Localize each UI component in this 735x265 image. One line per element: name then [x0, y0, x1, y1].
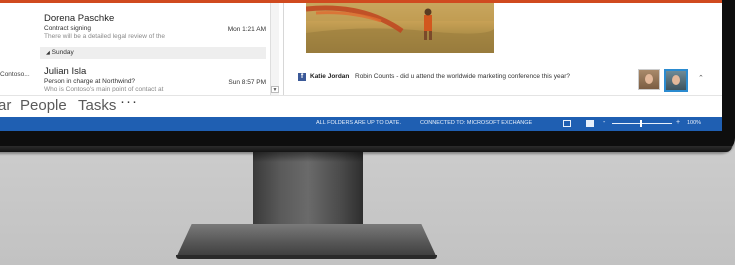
zoom-slider-thumb[interactable] — [640, 120, 642, 127]
monitor-stand-base-edge — [176, 255, 437, 259]
scroll-down-arrow-icon[interactable]: ▼ — [271, 86, 279, 93]
mail-preview: Who is Contoso's main point of contact a… — [44, 86, 164, 92]
monitor-stand-neck — [253, 152, 363, 232]
status-bar: ALL FOLDERS ARE UP TO DATE. CONNECTED TO… — [0, 117, 722, 131]
mail-time: Mon 1:21 AM — [227, 26, 266, 33]
monitor-bezel-edge — [0, 146, 732, 152]
monitor-stand-base — [176, 224, 437, 258]
more-options-button[interactable]: ··· — [120, 93, 138, 110]
mail-item[interactable]: Dorena Paschke Contract signing There wi… — [44, 13, 266, 40]
mail-time: Sun 8:57 PM — [228, 79, 266, 86]
chevron-up-icon[interactable]: ⌃ — [698, 74, 704, 82]
reading-view-icon[interactable] — [586, 120, 594, 127]
mail-preview: There will be a detailed legal review of… — [44, 33, 166, 40]
avatar[interactable] — [638, 69, 660, 90]
social-update-text: Robin Counts - did u attend the worldwid… — [355, 73, 570, 80]
connection-status: CONNECTED TO: MICROSOFT EXCHANGE — [420, 120, 533, 126]
mail-list-scrollbar[interactable]: ▼ — [270, 3, 279, 95]
nav-item-tasks[interactable]: Tasks — [78, 97, 116, 114]
mail-item[interactable]: Julian Isla Person in charge at Northwin… — [44, 66, 266, 92]
sync-status: ALL FOLDERS ARE UP TO DATE. — [316, 120, 401, 126]
zoom-in-button[interactable]: + — [676, 119, 680, 126]
facebook-icon[interactable]: f — [298, 73, 306, 81]
zoom-slider[interactable] — [612, 123, 672, 124]
navigation-bar: ar People Tasks ··· — [0, 93, 722, 118]
field-kite-illustration — [306, 3, 494, 53]
zoom-level[interactable]: 100% — [687, 120, 701, 126]
avatar-selected[interactable] — [664, 69, 688, 92]
date-group-header[interactable]: ◢ Sunday — [40, 47, 266, 59]
reading-pane: f Katie Jordan Robin Counts - did u atte… — [284, 3, 722, 95]
mail-sender: Julian Isla — [44, 66, 87, 77]
monitor-stand-shadow — [253, 152, 363, 162]
nav-item-calendar[interactable]: ar — [0, 97, 11, 114]
normal-view-icon[interactable] — [563, 120, 571, 127]
folder-label[interactable]: Contoso... — [0, 71, 30, 78]
monitor-screen: Dorena Paschke Contract signing There wi… — [0, 0, 722, 131]
mail-list: Dorena Paschke Contract signing There wi… — [0, 3, 283, 95]
collapse-triangle-icon: ◢ — [46, 50, 50, 56]
mail-sender: Dorena Paschke — [44, 13, 115, 24]
social-connector-bar: f Katie Jordan Robin Counts - did u atte… — [294, 65, 714, 92]
zoom-out-button[interactable]: - — [603, 119, 605, 126]
date-group-label: Sunday — [51, 49, 74, 56]
nav-item-people[interactable]: People — [20, 97, 67, 114]
social-author[interactable]: Katie Jordan — [310, 73, 349, 80]
message-photo — [306, 3, 494, 53]
